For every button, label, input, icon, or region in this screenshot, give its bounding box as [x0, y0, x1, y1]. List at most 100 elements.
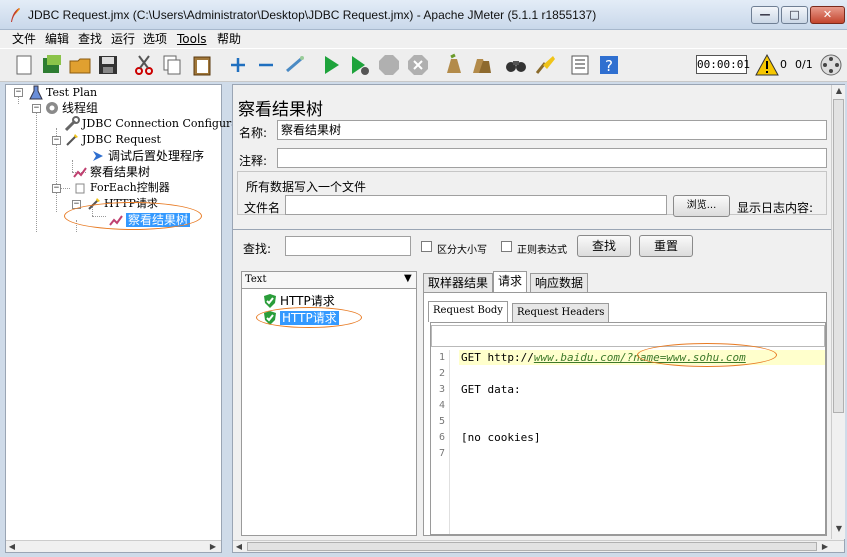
- vertical-scrollbar[interactable]: ▲ ▼: [831, 85, 845, 539]
- line-number: 4: [438, 400, 445, 411]
- find-button[interactable]: 查找: [577, 235, 631, 257]
- scroll-up-icon[interactable]: ▲: [833, 85, 845, 97]
- expand-icon[interactable]: [226, 53, 250, 77]
- chevron-down-icon: ▼: [404, 273, 412, 284]
- remote-status-icon: [819, 53, 843, 77]
- comment-field[interactable]: [277, 148, 827, 168]
- scroll-thumb[interactable]: [247, 542, 817, 551]
- tab-request-headers[interactable]: Request Headers: [512, 303, 610, 322]
- renderer-dropdown[interactable]: Text ▼: [242, 272, 416, 289]
- success-shield-icon: [264, 294, 276, 308]
- maximize-icon: □: [789, 8, 800, 21]
- help-icon[interactable]: ?: [597, 53, 621, 77]
- templates-icon[interactable]: [40, 53, 64, 77]
- gear-icon: [46, 102, 58, 114]
- menu-bar: 文件 编辑 查找 运行 选项 Tools 帮助: [0, 30, 847, 48]
- toggle-icon[interactable]: [283, 53, 307, 77]
- scroll-thumb[interactable]: [833, 99, 844, 413]
- svg-text:?: ?: [605, 57, 613, 75]
- menu-run[interactable]: 运行: [111, 31, 135, 47]
- close-button[interactable]: ✕: [810, 6, 845, 24]
- tab-response-data[interactable]: 响应数据: [530, 273, 589, 292]
- scroll-right-icon[interactable]: ▶: [819, 541, 831, 553]
- scroll-left-icon[interactable]: ◀: [6, 541, 18, 553]
- menu-search[interactable]: 查找: [78, 31, 102, 47]
- menu-help[interactable]: 帮助: [217, 31, 241, 47]
- minimize-button[interactable]: —: [751, 6, 779, 24]
- tree-node-jdbc-config[interactable]: JDBC Connection Configuration: [64, 116, 260, 132]
- tree-node-thread-group[interactable]: 线程组: [44, 100, 98, 116]
- elapsed-timer: 00:00:01: [696, 55, 750, 74]
- tree-node-jdbc-request[interactable]: JDBC Request: [64, 132, 161, 148]
- menu-edit[interactable]: 编辑: [45, 31, 69, 47]
- search-input[interactable]: [285, 236, 411, 256]
- tree-node-view-results-1[interactable]: 察看结果树: [72, 164, 150, 180]
- tree-collapse-toggle[interactable]: −: [14, 88, 23, 97]
- annotation-ellipse: [256, 307, 362, 328]
- clear-icon[interactable]: [441, 53, 465, 77]
- code-text: GET http://: [461, 351, 534, 364]
- menu-tools[interactable]: Tools: [177, 31, 207, 47]
- split-divider[interactable]: [233, 229, 845, 230]
- menu-options[interactable]: 选项: [143, 31, 167, 47]
- line-number: 1: [438, 352, 445, 363]
- scroll-down-icon[interactable]: ▼: [833, 523, 845, 535]
- tree-collapse-toggle[interactable]: −: [52, 136, 61, 145]
- code-view[interactable]: 1 GET http://www.baidu.com/?name=www.soh…: [430, 322, 826, 535]
- stop-icon[interactable]: [377, 53, 401, 77]
- tree-connector: [18, 96, 19, 104]
- request-pane: Request Body Request Headers 1 GET http:…: [423, 292, 827, 536]
- start-icon[interactable]: [319, 53, 343, 77]
- filename-input[interactable]: [285, 195, 667, 215]
- start-no-pause-icon[interactable]: [348, 53, 372, 77]
- open-icon[interactable]: [68, 53, 92, 77]
- tree-node-test-plan[interactable]: Test Plan: [28, 85, 97, 101]
- scroll-right-icon[interactable]: ▶: [207, 541, 219, 553]
- browse-button[interactable]: 浏览...: [673, 195, 730, 217]
- maximize-button[interactable]: □: [781, 6, 808, 24]
- file-section-title: 所有数据写入一个文件: [246, 180, 367, 194]
- arrow-icon: [93, 151, 103, 161]
- panel-title: 察看结果树: [238, 100, 323, 120]
- reset-button[interactable]: 重置: [639, 235, 693, 257]
- window-title: JDBC Request.jmx (C:\Users\Administrator…: [28, 8, 597, 22]
- tab-sampler-result[interactable]: 取样器结果: [423, 273, 494, 292]
- line-number: 3: [438, 384, 445, 395]
- new-icon[interactable]: [12, 53, 36, 77]
- loop-icon: [75, 183, 85, 194]
- tree-node-foreach-controller[interactable]: ForEach控制器: [72, 180, 170, 196]
- shutdown-icon[interactable]: [406, 53, 430, 77]
- save-icon[interactable]: [96, 53, 120, 77]
- warning-count: 0: [780, 58, 787, 71]
- line-number: 6: [438, 432, 445, 443]
- tree-node-debug-postprocessor[interactable]: 调试后置处理程序: [90, 148, 204, 164]
- line-number: 2: [438, 368, 445, 379]
- name-field[interactable]: 察看结果树: [277, 120, 827, 140]
- reset-search-icon[interactable]: [533, 53, 557, 77]
- collapse-icon[interactable]: [254, 53, 278, 77]
- regex-checkbox[interactable]: [501, 241, 512, 252]
- view-results-tree-panel: 察看结果树 名称: 察看结果树 注释: 所有数据写入一个文件 文件名 浏览...…: [232, 84, 845, 553]
- tab-request[interactable]: 请求: [493, 271, 528, 292]
- minimize-icon: —: [759, 8, 771, 21]
- comment-label: 注释:: [239, 154, 268, 168]
- tree-collapse-toggle[interactable]: −: [52, 184, 61, 193]
- warning-icon[interactable]: [755, 53, 779, 77]
- clear-all-icon[interactable]: [469, 53, 493, 77]
- function-helper-icon[interactable]: [568, 53, 592, 77]
- tree-collapse-toggle[interactable]: −: [32, 104, 41, 113]
- wrench-icon: [64, 116, 80, 132]
- menu-file[interactable]: 文件: [12, 31, 36, 47]
- results-list: Text ▼ HTTP请求 HTTP请求: [241, 271, 417, 536]
- case-sensitive-checkbox[interactable]: [421, 241, 432, 252]
- panel-horizontal-scrollbar[interactable]: ◀ ▶: [233, 540, 844, 552]
- search-icon[interactable]: [504, 53, 528, 77]
- scroll-left-icon[interactable]: ◀: [233, 541, 245, 553]
- cut-icon[interactable]: [132, 53, 156, 77]
- paste-icon[interactable]: [190, 53, 214, 77]
- tab-request-body[interactable]: Request Body: [428, 301, 508, 322]
- test-plan-tree: − Test Plan − 线程组 JDBC Connection Config…: [5, 84, 260, 553]
- copy-icon[interactable]: [160, 53, 184, 77]
- thread-count: 0/1: [795, 58, 813, 71]
- tree-horizontal-scrollbar[interactable]: ◀ ▶: [6, 540, 221, 552]
